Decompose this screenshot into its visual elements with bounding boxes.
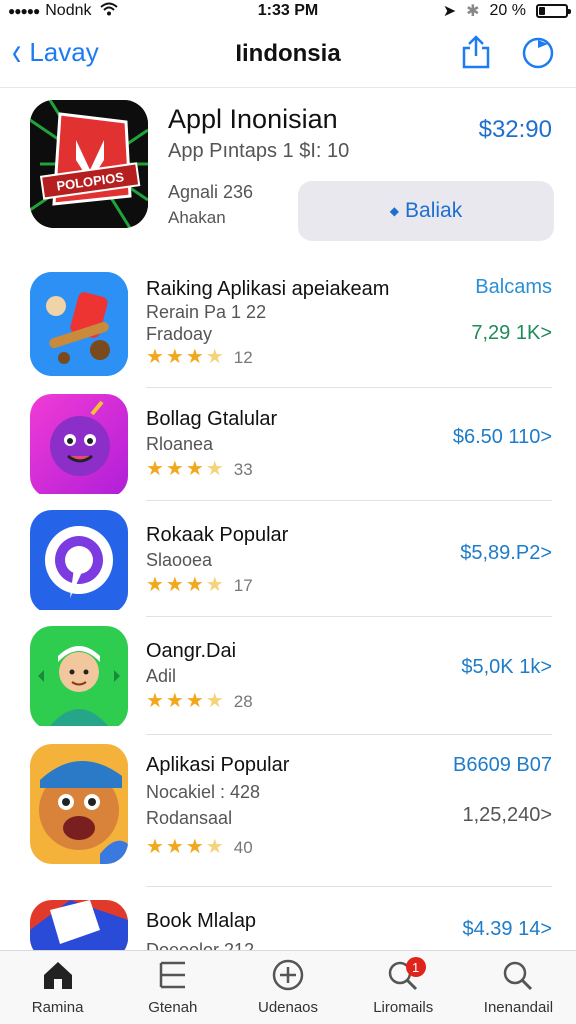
status-time: 1:33 PM bbox=[257, 2, 319, 19]
featured-app-title[interactable]: Appl Inonisian bbox=[168, 104, 338, 135]
tab-updates[interactable]: 1 Liromails bbox=[346, 951, 461, 1024]
app-icon bbox=[30, 394, 128, 498]
star-rating: ★★★★ 33 bbox=[146, 458, 253, 480]
rating-count: 17 bbox=[233, 576, 253, 595]
tab-label: Ramina bbox=[31, 999, 84, 1016]
featured-app-icon[interactable]: POLOPIOS bbox=[30, 100, 148, 228]
plus-circle-icon bbox=[271, 959, 305, 999]
app-price[interactable]: Balcams bbox=[475, 276, 552, 299]
notification-badge: 1 bbox=[405, 957, 426, 977]
divider bbox=[146, 734, 552, 735]
divider bbox=[146, 886, 552, 887]
refresh-flag-icon[interactable] bbox=[520, 34, 556, 70]
app-name: Bollag Gtalular bbox=[146, 408, 278, 430]
star-rating: ★★★★ 40 bbox=[146, 836, 253, 858]
tab-add[interactable]: Udenaos bbox=[230, 951, 345, 1024]
app-name: Oangr.Dai bbox=[146, 640, 237, 662]
divider bbox=[146, 500, 552, 501]
share-icon[interactable] bbox=[460, 34, 492, 70]
app-price[interactable]: $4.39 14> bbox=[462, 918, 552, 941]
divider bbox=[146, 387, 552, 388]
tab-label: Inenandail bbox=[483, 999, 554, 1016]
star-rating: ★★★★ 12 bbox=[146, 346, 253, 368]
app-icon bbox=[30, 626, 128, 730]
app-subtitle: Rloanea bbox=[146, 434, 214, 454]
get-button-label: Baliak bbox=[405, 199, 463, 222]
app-developer: Rodansaal bbox=[146, 808, 233, 828]
featured-app-price: $32:90 bbox=[478, 116, 552, 143]
star-rating: ★★★★ 28 bbox=[146, 690, 253, 712]
app-name: Rokaak Popular bbox=[146, 524, 289, 546]
app-price-secondary: 1,25,240> bbox=[462, 804, 552, 826]
app-icon bbox=[30, 510, 128, 614]
chevron-left-icon: ‹ bbox=[11, 30, 22, 74]
app-developer: Fradoay bbox=[146, 324, 213, 344]
app-price-secondary: 7,29 1K> bbox=[471, 322, 552, 344]
app-price[interactable]: B6609 B07 bbox=[453, 754, 552, 777]
search-icon bbox=[501, 959, 535, 999]
tab-list[interactable]: Gtenah bbox=[115, 951, 230, 1024]
home-icon bbox=[41, 959, 75, 999]
navigation-bar: ‹ Lavay Iindonsia bbox=[0, 22, 576, 88]
app-price[interactable]: $5,89.P2> bbox=[460, 542, 552, 565]
diamond-icon: ◆ bbox=[389, 204, 400, 218]
rating-count: 12 bbox=[233, 348, 253, 367]
app-name: Raiking Aplikasi apeiakeam bbox=[146, 278, 390, 300]
app-subtitle: Slaooea bbox=[146, 550, 213, 570]
app-icon bbox=[30, 272, 128, 376]
star-rating: ★★★★ 17 bbox=[146, 574, 253, 596]
rating-count: 33 bbox=[233, 460, 253, 479]
tab-home[interactable]: Ramina bbox=[0, 951, 115, 1024]
list-icon bbox=[156, 959, 190, 999]
battery-icon bbox=[536, 4, 571, 18]
app-price[interactable]: $6.50 110> bbox=[453, 426, 552, 449]
tab-label: Udenaos bbox=[257, 999, 319, 1016]
app-price[interactable]: $5,0K 1k> bbox=[461, 656, 552, 679]
divider bbox=[146, 616, 552, 617]
rating-count: 28 bbox=[233, 692, 253, 711]
app-name: Book Mlalap bbox=[146, 910, 257, 932]
app-icon bbox=[30, 744, 128, 864]
rating-count: 40 bbox=[233, 838, 253, 857]
featured-app-subtitle: App Pıntaps 1 $I: 10 bbox=[168, 140, 350, 162]
get-button[interactable]: ◆ Baliak bbox=[298, 181, 554, 241]
tab-bar: Ramina Gtenah Udenaos 1 Liromails Inenan… bbox=[0, 950, 576, 1024]
featured-app-category: Ahakan bbox=[168, 208, 226, 227]
featured-app-meta: Agnali 236 bbox=[168, 182, 254, 202]
tab-label: Liromails bbox=[373, 999, 434, 1016]
tab-search[interactable]: Inenandail bbox=[461, 951, 576, 1024]
app-subtitle: Rerain Pa 1 22 bbox=[146, 302, 267, 322]
back-label: Lavay bbox=[29, 36, 99, 67]
app-subtitle: Adil bbox=[146, 666, 177, 686]
tab-label: Gtenah bbox=[148, 999, 198, 1016]
back-button[interactable]: ‹ Lavay bbox=[10, 30, 99, 74]
app-subtitle: Nocakiel : 428 bbox=[146, 782, 261, 802]
status-bar: ●●●●● Nodnk 1:33 PM ➤ ✱ 20 % bbox=[0, 0, 576, 22]
app-name: Aplikasi Popular bbox=[146, 754, 290, 776]
